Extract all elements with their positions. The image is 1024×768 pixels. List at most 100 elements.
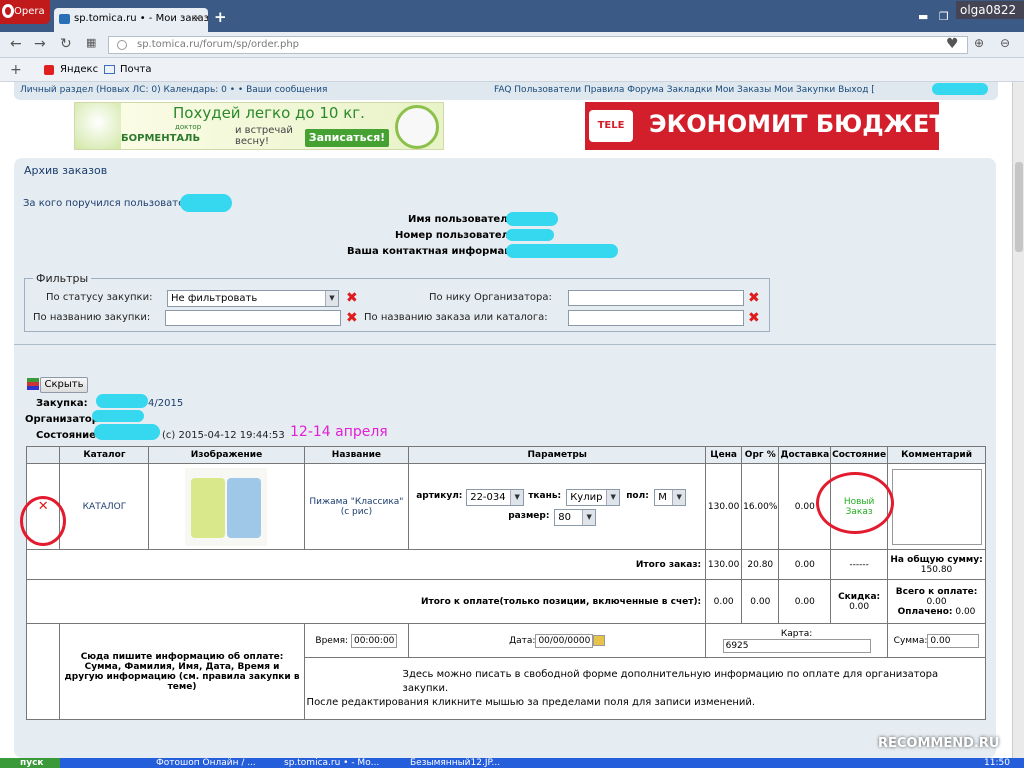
card-input[interactable]: 6925 (722, 638, 871, 653)
scroll-thumb[interactable] (1015, 162, 1023, 252)
new-tab-button[interactable]: + (214, 8, 227, 26)
name-filter-input[interactable] (165, 310, 341, 326)
card-label: Карта: (780, 628, 813, 639)
name-filter-label: По названию закупки: (33, 312, 151, 323)
payable-row: Итого к оплате(только позиции, включенны… (25, 579, 986, 624)
banner-signup-button[interactable]: Записаться! (305, 129, 389, 147)
catalog-link[interactable]: КАТАЛОГ (59, 463, 150, 550)
total-org: 20.80 (741, 549, 780, 580)
redaction-user-name (506, 212, 558, 226)
calendar-icon[interactable] (593, 634, 606, 646)
tab-close-icon[interactable]: ✕ (193, 8, 202, 30)
heart-icon[interactable]: ♥ (946, 36, 959, 52)
catalog-filter-input[interactable] (568, 310, 744, 326)
sum-cell: Сумма: 0.00 (887, 623, 986, 658)
address-bar: ← → ↻ ▦ sp.tomica.ru/forum/sp/order.php … (0, 32, 1024, 58)
clear-organizer-filter-icon[interactable]: ✖ (748, 291, 760, 305)
date-input[interactable]: 00/00/0000 (535, 633, 594, 648)
article-select[interactable]: 22-034 ▼ (466, 488, 525, 506)
sum-input[interactable]: 0.00 (927, 633, 980, 648)
discount-cell: Скидка: 0.00 (830, 579, 889, 624)
forward-icon[interactable]: → (34, 36, 46, 52)
due-label: Всего к оплате: (895, 586, 978, 597)
forum-nav-right[interactable]: FAQ Пользователи Правила Форума Закладки… (494, 83, 875, 97)
time-label: Время: (315, 635, 349, 646)
url-field[interactable]: sp.tomica.ru/forum/sp/order.php (108, 36, 968, 54)
chevron-down-icon: ▼ (510, 489, 524, 505)
bookmark-yandex[interactable]: Яндекс (60, 58, 98, 82)
column-header: Параметры (408, 446, 707, 464)
organizer-filter-label: По нику Организатора: (429, 292, 552, 303)
taskbar-item[interactable]: sp.tomica.ru • - Мо... (284, 758, 379, 768)
hide-button[interactable]: Скрыть (40, 377, 88, 393)
taskbar-item[interactable]: Безымянный12.JP... (410, 758, 500, 768)
status-filter-select[interactable]: Не фильтровать ▼ (167, 290, 339, 307)
purchase-link[interactable]: 4/2015 (148, 398, 183, 409)
fabric-value: Кулир (570, 491, 603, 503)
comment-textarea[interactable] (891, 468, 982, 545)
books-icon (27, 378, 39, 390)
bookmark-mail[interactable]: Почта (120, 58, 152, 82)
date-cell: Дата: 00/00/0000 (408, 623, 707, 658)
site-favicon-icon (59, 14, 70, 24)
comment-cell (887, 463, 986, 550)
org-pct-cell: 16.00% (741, 463, 780, 550)
page-scrollbar[interactable] (1012, 82, 1024, 758)
sex-value: М (658, 491, 667, 503)
speed-dial-icon[interactable]: ▦ (86, 36, 96, 49)
banner-telenet[interactable]: TELE NET ЭКОНОМИТ БЮДЖЕТ! (585, 102, 939, 150)
discount-value: 0.00 (849, 601, 870, 612)
clear-status-filter-icon[interactable]: ✖ (346, 291, 358, 305)
paid-label: Оплачено: (897, 606, 953, 617)
opera-menu-button[interactable]: Opera (0, 0, 50, 24)
catalog-filter-label: По названию заказа или каталога: (364, 312, 548, 323)
sex-select[interactable]: М ▼ (654, 488, 687, 506)
start-button[interactable]: пуск (0, 758, 60, 768)
download-icon[interactable]: ⊕ (974, 36, 984, 50)
clear-name-filter-icon[interactable]: ✖ (346, 311, 358, 325)
total-sum-cell: На общую сумму: 150.80 (887, 549, 986, 580)
status-filter-label: По статусу закупки: (46, 292, 153, 303)
menu-icon[interactable]: ⊖ (1000, 36, 1010, 50)
free-text-line-1: Здесь можно писать в свободной форме доп… (402, 668, 939, 694)
clear-catalog-filter-icon[interactable]: ✖ (748, 311, 760, 325)
organizer-filter-input[interactable] (568, 290, 744, 306)
paid-value: 0.00 (955, 606, 976, 617)
telenet-slogan: ЭКОНОМИТ БЮДЖЕТ! (649, 110, 939, 138)
product-name-link[interactable]: Пижама "Классика" (с рис) (303, 463, 410, 550)
flowers-image (75, 103, 121, 149)
total-status: ------ (830, 549, 889, 580)
article-value: 22-034 (470, 491, 506, 503)
column-header: Каталог (59, 446, 150, 464)
time-input[interactable]: 00:00:00 (350, 633, 398, 648)
params-cell: артикул: 22-034 ▼ ткань: Кулир ▼ пол: М ▼ р… (408, 463, 707, 550)
reload-icon[interactable]: ↻ (60, 36, 72, 52)
windows-taskbar: пуск Фотошоп Онлайн / ... sp.tomica.ru •… (0, 758, 1024, 768)
telenet-logo: TELE NET (589, 110, 633, 142)
fabric-label: ткань: (528, 490, 562, 501)
window-controls[interactable]: ▬ ❐ (918, 10, 949, 23)
payment-instructions: Сюда пишите информацию об оплате: Сумма,… (59, 623, 305, 720)
guarantor-link[interactable]: За кого поручился пользователь (23, 198, 197, 209)
chevron-down-icon: ▼ (606, 489, 620, 505)
back-icon[interactable]: ← (10, 36, 22, 52)
payment-spacer (25, 623, 61, 720)
forum-nav-left[interactable]: Личный раздел (Новых ЛС: 0) Календарь: 0… (20, 83, 327, 97)
total-sum-label: На общую сумму: (890, 554, 983, 565)
browser-tab[interactable]: sp.tomica.ru • - Мои заказы ✕ (54, 8, 208, 32)
archive-title: Архив заказов (24, 164, 108, 177)
taskbar-item[interactable]: Фотошоп Онлайн / ... (156, 758, 256, 768)
taskbar-clock: 11:50 (984, 758, 1010, 768)
column-header: Цена (705, 446, 743, 464)
fabric-select[interactable]: Кулир ▼ (566, 488, 621, 506)
total-sum-value: 150.80 (920, 564, 953, 575)
add-bookmark-icon[interactable]: + (10, 58, 22, 82)
price-cell: 130.00 (705, 463, 743, 550)
opera-label: Opera (14, 6, 45, 17)
highlight-circle-status (816, 472, 894, 534)
pajama-thumbnail[interactable] (185, 467, 268, 546)
size-select[interactable]: 80 ▼ (554, 508, 597, 526)
free-text-area[interactable]: Здесь можно писать в свободной форме доп… (303, 657, 987, 720)
state-label: Состояние: (36, 430, 100, 441)
banner-bormental[interactable]: БОРМЕНТАЛЬ доктор Похудей легко до 10 кг… (74, 102, 444, 150)
